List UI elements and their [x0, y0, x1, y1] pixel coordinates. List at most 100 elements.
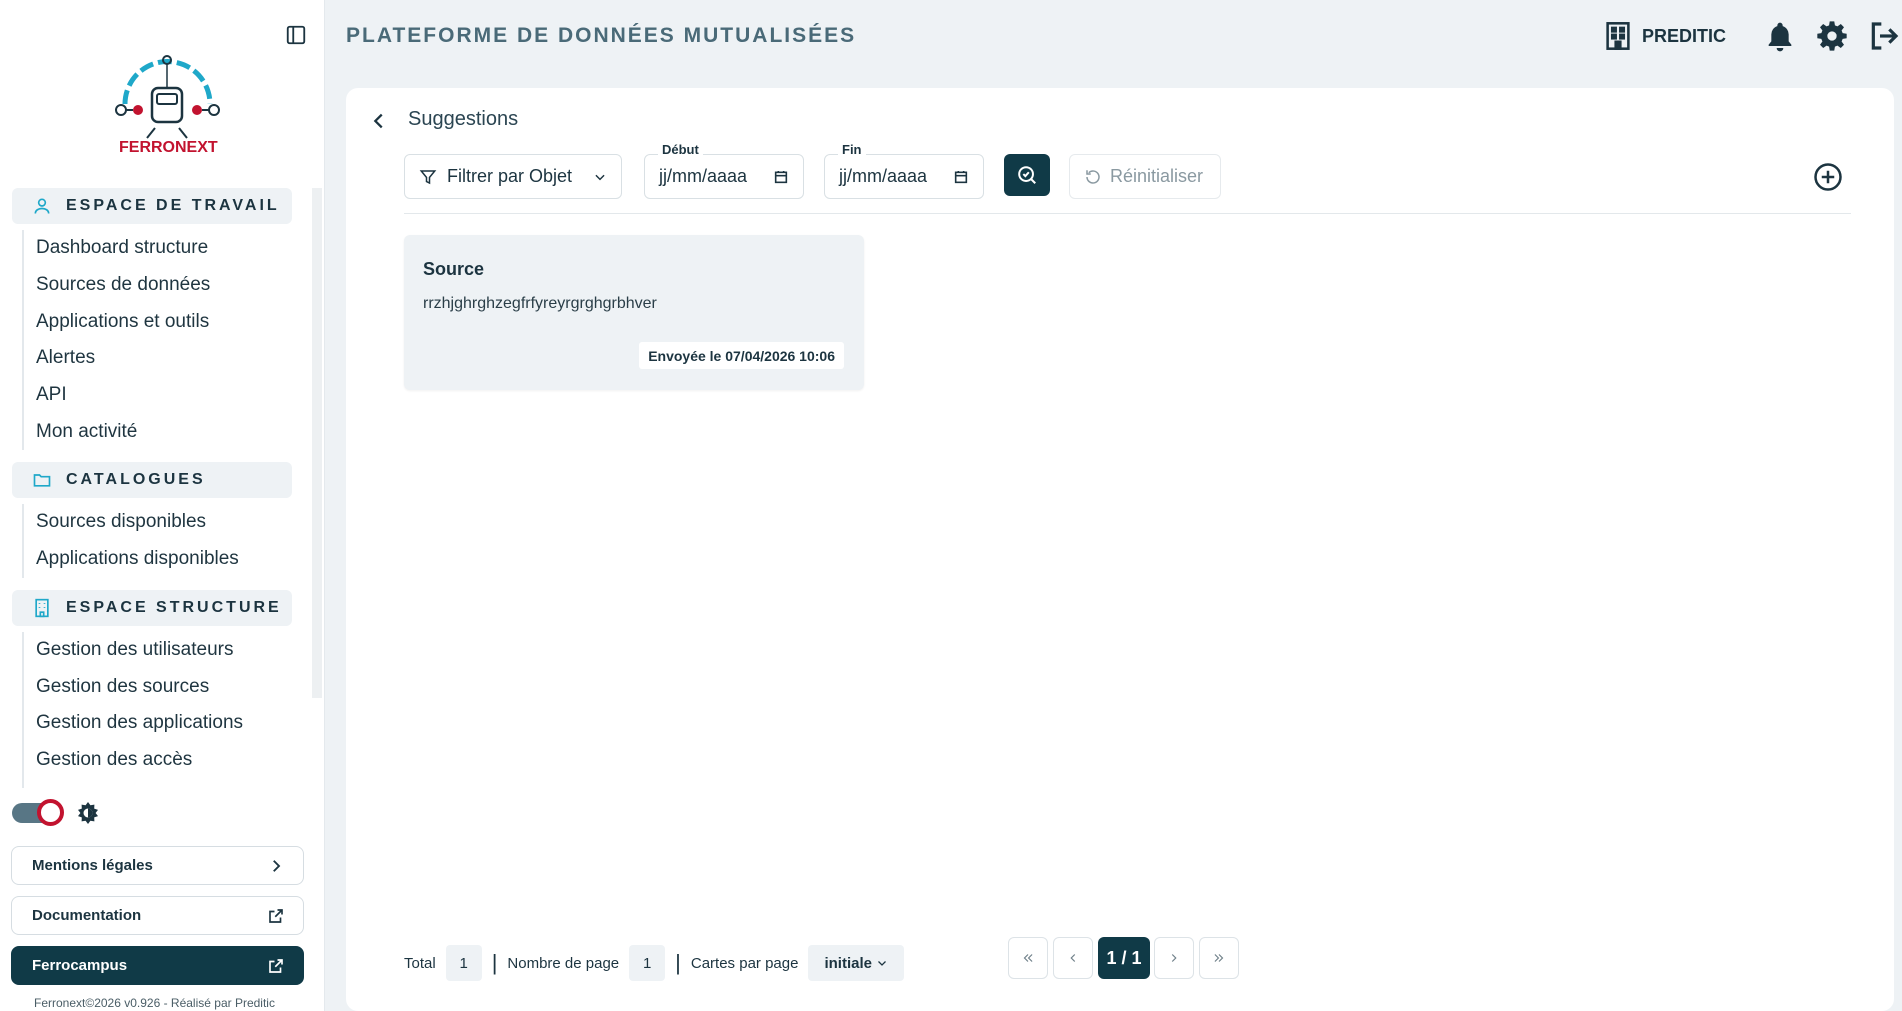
documentation-button[interactable]: Documentation	[11, 896, 304, 935]
total-label: Total	[404, 954, 436, 972]
section-catalogues[interactable]: CATALOGUES	[12, 462, 292, 499]
search-icon	[1018, 166, 1036, 184]
pages-value: 1	[629, 945, 666, 981]
start-date-placeholder: jj/mm/aaaa	[659, 166, 748, 186]
documentation-label: Documentation	[32, 907, 142, 924]
next-page-button[interactable]	[1154, 937, 1194, 979]
section-espace-de-travail[interactable]: ESPACE DE TRAVAIL	[12, 188, 292, 224]
first-page-button[interactable]	[1008, 937, 1048, 979]
end-date-field: jj/mm/aaaa Fin	[824, 142, 984, 199]
reset-label: Réinitialiser	[1110, 166, 1204, 186]
chevrons-left-icon	[1023, 954, 1033, 962]
ferrocampus-label: Ferrocampus	[32, 957, 128, 974]
page-title: Suggestions	[408, 108, 519, 130]
card-body: rrzhjghrghzegfrfyreyrgrghgrbhver	[423, 295, 657, 312]
nav-item-alertes[interactable]: Alertes	[24, 340, 314, 377]
footer-text: Ferronext©2026 v0.926 - Réalisé par Pred…	[34, 996, 275, 1010]
total-value: 1	[445, 945, 482, 981]
section-title: ESPACE STRUCTURE	[66, 598, 282, 616]
nav-list: Gestion des utilisateurs Gestion des sou…	[22, 631, 314, 788]
suggestion-card[interactable]: Source rrzhjghrghzegfrfyreyrgrghgrbhver …	[404, 235, 864, 390]
building-icon	[35, 598, 49, 617]
reset-icon	[1086, 169, 1100, 184]
legal-label: Mentions légales	[32, 857, 153, 874]
pagination-info: Total 1 | Nombre de page 1 | Cartes par …	[404, 945, 904, 981]
theme-switcher	[12, 799, 100, 826]
ferronext-logo: FERRONEXT	[115, 55, 220, 156]
top-header: PLATEFORME DE DONNÉES MUTUALISÉES PREDIT…	[326, 0, 1902, 72]
end-date-placeholder: jj/mm/aaaa	[839, 166, 928, 186]
per-page-value: initiale	[824, 954, 872, 972]
chevron-down-icon	[878, 961, 886, 966]
organization-switcher[interactable]: PREDITIC	[1604, 21, 1726, 51]
per-page-select[interactable]: initiale	[808, 945, 904, 981]
nav-item-gestion-broker[interactable]: Gestion du broker	[24, 778, 314, 788]
nav-item-api[interactable]: API	[24, 377, 314, 414]
search-button[interactable]	[1004, 154, 1050, 196]
sidebar-scrollbar[interactable]	[312, 188, 322, 698]
end-date-input[interactable]: jj/mm/aaaa	[824, 154, 984, 199]
gear-icon[interactable]	[1816, 20, 1848, 52]
user-icon	[34, 198, 50, 214]
current-page: 1 / 1	[1098, 937, 1150, 979]
nav-item-gestion-applications[interactable]: Gestion des applications	[24, 705, 314, 742]
nav-item-gestion-utilisateurs[interactable]: Gestion des utilisateurs	[24, 632, 314, 669]
pages-label: Nombre de page	[507, 954, 620, 972]
external-link-icon	[269, 958, 283, 973]
bell-icon[interactable]	[1764, 20, 1796, 52]
card-title: Source	[423, 259, 485, 279]
folder-icon	[33, 474, 51, 487]
app-title: PLATEFORME DE DONNÉES MUTUALISÉES	[346, 24, 857, 47]
toolbar-divider	[404, 213, 1851, 214]
separator: |	[675, 950, 681, 975]
start-date-input[interactable]: jj/mm/aaaa	[644, 154, 804, 199]
sidebar-nav: ESPACE DE TRAVAIL Dashboard structure So…	[12, 188, 314, 788]
start-date-field: jj/mm/aaaa Début	[644, 142, 804, 199]
card-date-badge: Envoyée le 07/04/2026 10:06	[639, 342, 844, 369]
nav-item-gestion-sources[interactable]: Gestion des sources	[24, 668, 314, 705]
nav-list: Dashboard structure Sources de données A…	[22, 230, 314, 451]
organization-name: PREDITIC	[1641, 25, 1726, 46]
nav-list: Sources disponibles Applications disponi…	[22, 504, 314, 578]
filter-label: Filtrer par Objet	[447, 166, 573, 186]
prev-page-button[interactable]	[1053, 937, 1093, 979]
svg-text:FERRONEXT: FERRONEXT	[119, 139, 218, 156]
header-actions: PREDITIC	[1604, 0, 1902, 72]
chevron-right-icon	[273, 859, 281, 872]
start-date-label: Début	[658, 142, 703, 157]
nav-item-sources-de-donnees[interactable]: Sources de données	[24, 267, 314, 304]
chevrons-right-icon	[1214, 954, 1224, 962]
section-espace-structure[interactable]: ESPACE STRUCTURE	[12, 589, 292, 626]
nav-item-gestion-acces[interactable]: Gestion des accès	[24, 742, 314, 779]
sidebar-toggle-icon[interactable]	[285, 24, 307, 46]
nav-item-sources-disponibles[interactable]: Sources disponibles	[24, 504, 314, 541]
nav-item-mon-activite[interactable]: Mon activité	[24, 413, 314, 450]
add-circle-icon[interactable]	[1813, 162, 1843, 192]
logout-icon[interactable]	[1868, 20, 1900, 52]
separator: |	[491, 950, 498, 975]
theme-toggle[interactable]	[12, 799, 64, 826]
chevron-left-icon	[1070, 954, 1076, 962]
nav-item-applications-et-outils[interactable]: Applications et outils	[24, 303, 314, 340]
nav-item-dashboard-structure[interactable]: Dashboard structure	[24, 230, 314, 267]
external-link-icon	[269, 908, 283, 923]
section-title: ESPACE DE TRAVAIL	[66, 197, 280, 214]
per-page-label: Cartes par page	[690, 954, 799, 972]
brightness-icon	[78, 802, 98, 824]
last-page-button[interactable]	[1199, 937, 1239, 979]
chevron-down-icon	[595, 174, 605, 180]
ferrocampus-button[interactable]: Ferrocampus	[11, 946, 304, 985]
main-panel: Suggestions Filtrer par Objet jj/mm/aaaa…	[346, 88, 1894, 1011]
filter-by-object-dropdown[interactable]: Filtrer par Objet	[404, 154, 622, 199]
reset-button[interactable]: Réinitialiser	[1069, 154, 1221, 199]
nav-item-applications-disponibles[interactable]: Applications disponibles	[24, 541, 314, 578]
chevron-right-icon	[1171, 954, 1177, 962]
back-arrow-icon[interactable]	[368, 110, 390, 132]
calendar-icon[interactable]	[953, 169, 969, 185]
legal-button[interactable]: Mentions légales	[11, 846, 304, 885]
filter-icon	[419, 169, 437, 184]
sidebar: FERRONEXT ESPACE DE TRAVAIL Dashboard st…	[0, 0, 325, 1011]
calendar-icon[interactable]	[773, 169, 789, 185]
section-title: CATALOGUES	[66, 471, 206, 489]
end-date-label: Fin	[838, 142, 866, 157]
